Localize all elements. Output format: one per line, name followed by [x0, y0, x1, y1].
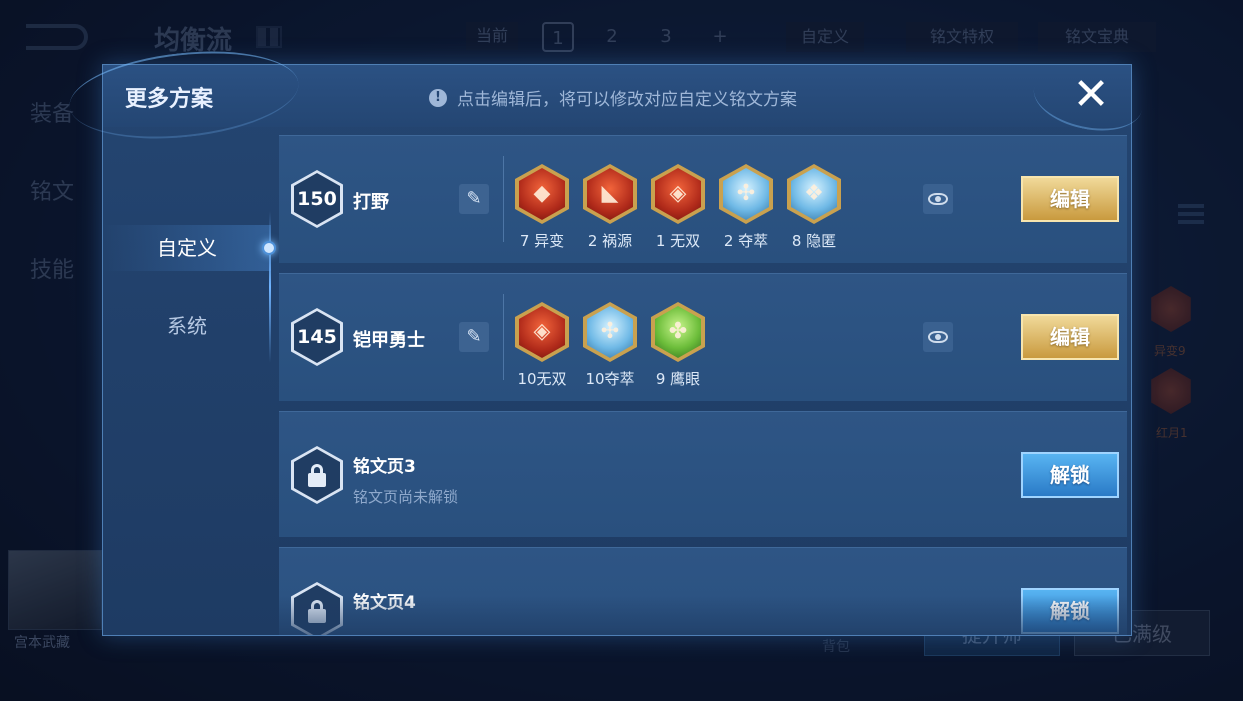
edit-button[interactable]: 编辑	[1021, 176, 1119, 222]
scheme-row: 150 打野 ✎ ◆ 7 异变 ◣ 2 祸源 ◈ 1 无双 ✣ 2 夺萃 ❖ 8…	[279, 135, 1127, 263]
rune-item: ◆ 7 异变	[507, 164, 577, 251]
modal-sidebar: 自定义 系统	[103, 127, 276, 637]
rune-label: 7 异变	[519, 232, 565, 250]
scheme-name: 打野	[353, 192, 389, 213]
rune-label: 9 鹰眼	[655, 370, 701, 388]
modal-title: 更多方案	[125, 87, 214, 112]
rune-icon: ✣	[719, 164, 773, 224]
rune-label: 2 夺萃	[723, 232, 769, 250]
rune-icon: ✣	[583, 302, 637, 362]
scroll-fade	[279, 595, 1129, 635]
rune-item: ✤ 9 鹰眼	[643, 302, 713, 389]
rune-label: 1 无双	[655, 232, 701, 250]
close-button[interactable]: ✕	[1069, 73, 1113, 117]
tab-divider	[269, 211, 271, 363]
info-icon: !	[429, 88, 447, 107]
tab-custom[interactable]: 自定义	[103, 225, 271, 271]
page-subtitle: 铭文页尚未解锁	[353, 488, 459, 506]
scheme-list[interactable]: 150 打野 ✎ ◆ 7 异变 ◣ 2 祸源 ◈ 1 无双 ✣ 2 夺萃 ❖ 8…	[279, 135, 1129, 635]
rune-label: 2 祸源	[587, 232, 633, 250]
rune-icon: ◣	[583, 164, 637, 224]
hint-text: ! 点击编辑后，将可以修改对应自定义铭文方案	[429, 85, 797, 110]
pencil-icon[interactable]: ✎	[459, 322, 489, 352]
scheme-row: 145 铠甲勇士 ✎ ◈ 10无双 ✣ 10夺萃 ✤ 9 鹰眼 编辑	[279, 273, 1127, 401]
rune-item: ❖ 8 隐匿	[779, 164, 849, 251]
tab-system[interactable]: 系统	[103, 303, 271, 349]
unlock-button[interactable]: 解锁	[1021, 452, 1119, 498]
scheme-name: 铠甲勇士	[353, 330, 425, 351]
rune-icon: ◆	[515, 164, 569, 224]
lock-icon	[308, 473, 326, 487]
rune-item: ✣ 10夺萃	[575, 302, 645, 389]
edit-button[interactable]: 编辑	[1021, 314, 1119, 360]
hint-label: 点击编辑后，将可以修改对应自定义铭文方案	[457, 90, 797, 110]
rune-item: ✣ 2 夺萃	[711, 164, 781, 251]
page-title: 铭文页3	[353, 457, 416, 477]
rune-icon: ❖	[787, 164, 841, 224]
rune-item: ◈ 1 无双	[643, 164, 713, 251]
eye-icon[interactable]	[923, 322, 953, 352]
rune-icon: ✤	[651, 302, 705, 362]
pencil-icon[interactable]: ✎	[459, 184, 489, 214]
rune-label: 10无双	[517, 370, 567, 388]
divider	[503, 156, 504, 242]
rune-label: 10夺萃	[585, 370, 635, 388]
divider	[503, 294, 504, 380]
rune-icon: ◈	[651, 164, 705, 224]
modal-header: 更多方案 ! 点击编辑后，将可以修改对应自定义铭文方案 ✕	[65, 41, 1149, 149]
eye-icon[interactable]	[923, 184, 953, 214]
active-tab-indicator	[262, 241, 276, 255]
rune-label: 8 隐匿	[791, 232, 837, 250]
rune-item: ◈ 10无双	[507, 302, 577, 389]
more-schemes-modal: 更多方案 ! 点击编辑后，将可以修改对应自定义铭文方案 ✕ 自定义 系统 150…	[65, 41, 1149, 637]
rune-item: ◣ 2 祸源	[575, 164, 645, 251]
rune-icon: ◈	[515, 302, 569, 362]
locked-page-row: 铭文页3 铭文页尚未解锁 解锁	[279, 411, 1127, 537]
